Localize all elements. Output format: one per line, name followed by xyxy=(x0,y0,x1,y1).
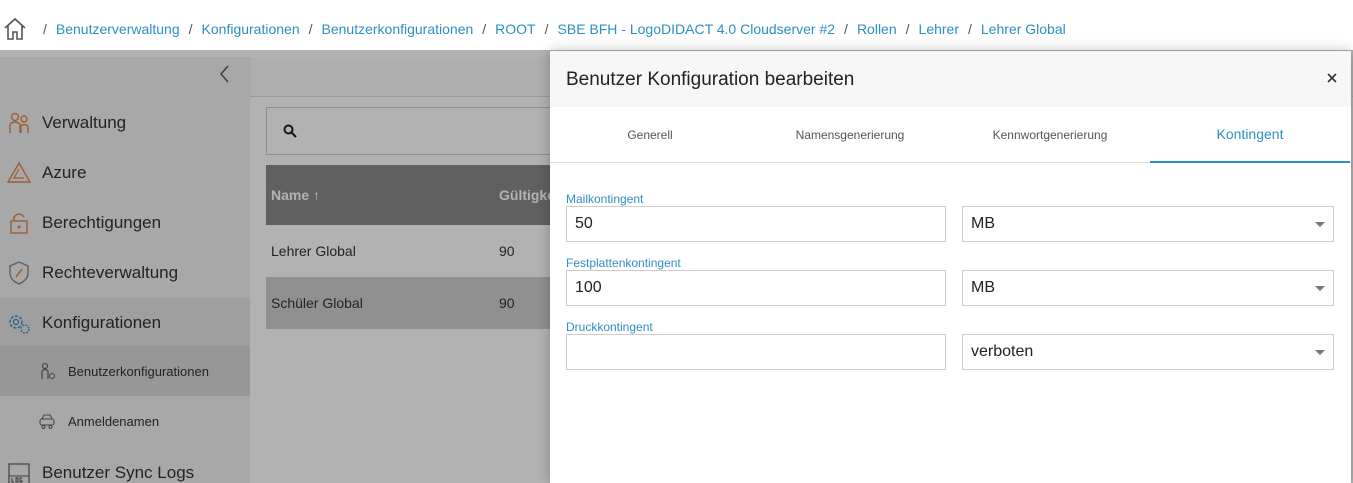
festplattenkontingent-field[interactable]: 100 xyxy=(566,270,946,306)
mailkontingent-unit-select[interactable]: MB xyxy=(962,206,1334,242)
breadcrumb-item-lehrer[interactable]: Lehrer xyxy=(919,21,959,37)
modal-tabs: Generell Namensgenerierung Kennwortgener… xyxy=(550,107,1351,163)
breadcrumb-item-benutzerkonfigurationen[interactable]: Benutzerkonfigurationen xyxy=(322,21,474,37)
caret-down-icon xyxy=(1315,350,1325,355)
breadcrumb: / Benutzerverwaltung / Konfigurationen /… xyxy=(34,21,1066,37)
breadcrumb-item-lehrer-global[interactable]: Lehrer Global xyxy=(981,21,1066,37)
mailkontingent-label: Mailkontingent xyxy=(566,192,644,206)
close-icon[interactable] xyxy=(1323,69,1341,87)
breadcrumb-item-rollen[interactable]: Rollen xyxy=(857,21,897,37)
edit-config-modal: Benutzer Konfiguration bearbeiten Genere… xyxy=(550,51,1351,483)
tab-namensgenerierung[interactable]: Namensgenerierung xyxy=(750,107,950,163)
breadcrumb-separator: / xyxy=(188,20,193,37)
select-value: MB xyxy=(971,215,995,232)
tab-kennwortgenerierung[interactable]: Kennwortgenerierung xyxy=(950,107,1150,163)
breadcrumb-item-benutzerverwaltung[interactable]: Benutzerverwaltung xyxy=(56,21,180,37)
select-value: MB xyxy=(971,279,995,296)
breadcrumb-separator: / xyxy=(544,20,549,37)
druckkontingent-field[interactable] xyxy=(566,334,946,370)
breadcrumb-separator: / xyxy=(905,20,910,37)
modal-header: Benutzer Konfiguration bearbeiten xyxy=(550,51,1351,107)
breadcrumb-separator: / xyxy=(844,20,848,37)
druckkontingent-label: Druckkontingent xyxy=(566,320,653,334)
breadcrumb-separator: / xyxy=(482,20,487,37)
select-value: verboten xyxy=(971,343,1034,360)
breadcrumb-item-server[interactable]: SBE BFH - LogoDIDACT 4.0 Cloudserver #2 xyxy=(558,21,836,37)
druckkontingent-unit-select[interactable]: verboten xyxy=(962,334,1334,370)
mailkontingent-field[interactable]: 50 xyxy=(566,206,946,242)
festplattenkontingent-label: Festplattenkontingent xyxy=(566,256,681,270)
festplattenkontingent-unit-select[interactable]: MB xyxy=(962,270,1334,306)
caret-down-icon xyxy=(1315,286,1325,291)
caret-down-icon xyxy=(1315,222,1325,227)
breadcrumb-bar: / Benutzerverwaltung / Konfigurationen /… xyxy=(0,0,1353,57)
breadcrumb-item-konfigurationen[interactable]: Konfigurationen xyxy=(202,21,300,37)
tab-kontingent[interactable]: Kontingent xyxy=(1150,107,1350,163)
modal-title: Benutzer Konfiguration bearbeiten xyxy=(566,69,855,90)
breadcrumb-item-root[interactable]: ROOT xyxy=(495,21,535,37)
breadcrumb-separator: / xyxy=(968,20,972,37)
breadcrumb-separator: / xyxy=(43,20,47,37)
home-icon[interactable] xyxy=(2,16,28,42)
breadcrumb-separator: / xyxy=(308,20,313,37)
tab-generell[interactable]: Generell xyxy=(550,107,750,163)
